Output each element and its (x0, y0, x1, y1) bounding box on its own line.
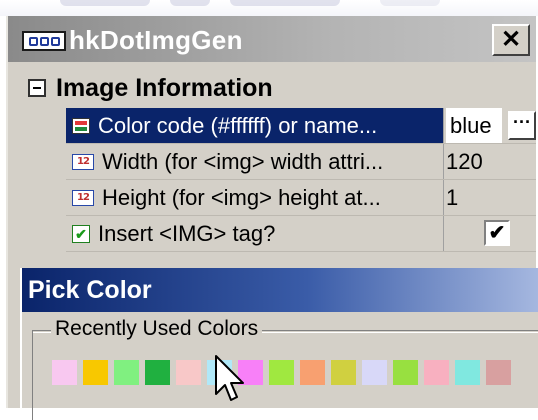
pick-color-window: Pick Color Recently Used Colors (20, 268, 538, 420)
property-grid: Image Information Color code (#ffffff) o… (18, 68, 536, 278)
recently-used-colors-group: Recently Used Colors (32, 315, 538, 420)
property-name-cell[interactable]: 12 Width (for <img> width attri... (66, 144, 444, 179)
mouse-pointer-icon (215, 355, 244, 401)
color-value-input[interactable]: blue (446, 108, 502, 143)
color-swatch[interactable] (361, 359, 388, 386)
ellipsis-button[interactable]: ··· (508, 111, 536, 140)
color-swatch[interactable] (330, 359, 357, 386)
recently-used-colors-label: Recently Used Colors (51, 315, 263, 343)
numeric-property-icon: 12 (72, 153, 94, 170)
pick-color-titlebar[interactable]: Pick Color (22, 268, 538, 312)
category-label: Image Information (56, 74, 273, 102)
color-swatch[interactable] (423, 359, 450, 386)
color-swatch[interactable] (175, 359, 202, 386)
category-image-information[interactable]: Image Information (18, 68, 536, 108)
property-name-cell[interactable]: Color code (#ffffff) or name... (66, 108, 444, 143)
property-label: Height (for <img> height at... (102, 184, 381, 210)
property-label: Insert <IMG> tag? (98, 220, 276, 246)
property-row-color[interactable]: Color code (#ffffff) or name... blue ··· (66, 108, 536, 144)
color-swatch[interactable] (113, 359, 140, 386)
app-icon (22, 31, 66, 51)
pick-color-title: Pick Color (28, 276, 152, 304)
color-swatch[interactable] (268, 359, 295, 386)
property-row-width[interactable]: 12 Width (for <img> width attri... 120 (66, 144, 536, 180)
color-property-icon (72, 117, 90, 134)
color-swatch[interactable] (144, 359, 171, 386)
boolean-property-icon: ✔ (72, 224, 90, 243)
property-name-cell[interactable]: ✔ Insert <IMG> tag? (66, 216, 444, 251)
property-label: Width (for <img> width attri... (102, 148, 384, 174)
color-swatch[interactable] (392, 359, 419, 386)
close-button[interactable]: ✕ (492, 24, 530, 56)
color-swatch[interactable] (51, 359, 78, 386)
height-value-input[interactable]: 1 (446, 180, 458, 215)
insert-img-checkbox[interactable]: ✔ (484, 220, 510, 246)
property-label: Color code (#ffffff) or name... (98, 112, 378, 138)
width-value-input[interactable]: 120 (446, 144, 483, 179)
property-name-cell[interactable]: 12 Height (for <img> height at... (66, 180, 444, 215)
property-row-insert-img[interactable]: ✔ Insert <IMG> tag? ✔ (66, 216, 536, 252)
window-title: hkDotImgGen (69, 25, 243, 55)
color-swatch[interactable] (485, 359, 512, 386)
color-swatch[interactable] (299, 359, 326, 386)
color-swatch[interactable] (82, 359, 109, 386)
window-titlebar[interactable]: hkDotImgGen ✕ (8, 16, 536, 62)
numeric-property-icon: 12 (72, 189, 94, 206)
color-swatch[interactable] (454, 359, 481, 386)
collapse-icon[interactable] (28, 79, 46, 97)
property-row-height[interactable]: 12 Height (for <img> height at... 1 (66, 180, 536, 216)
background-window-strip (0, 0, 538, 16)
